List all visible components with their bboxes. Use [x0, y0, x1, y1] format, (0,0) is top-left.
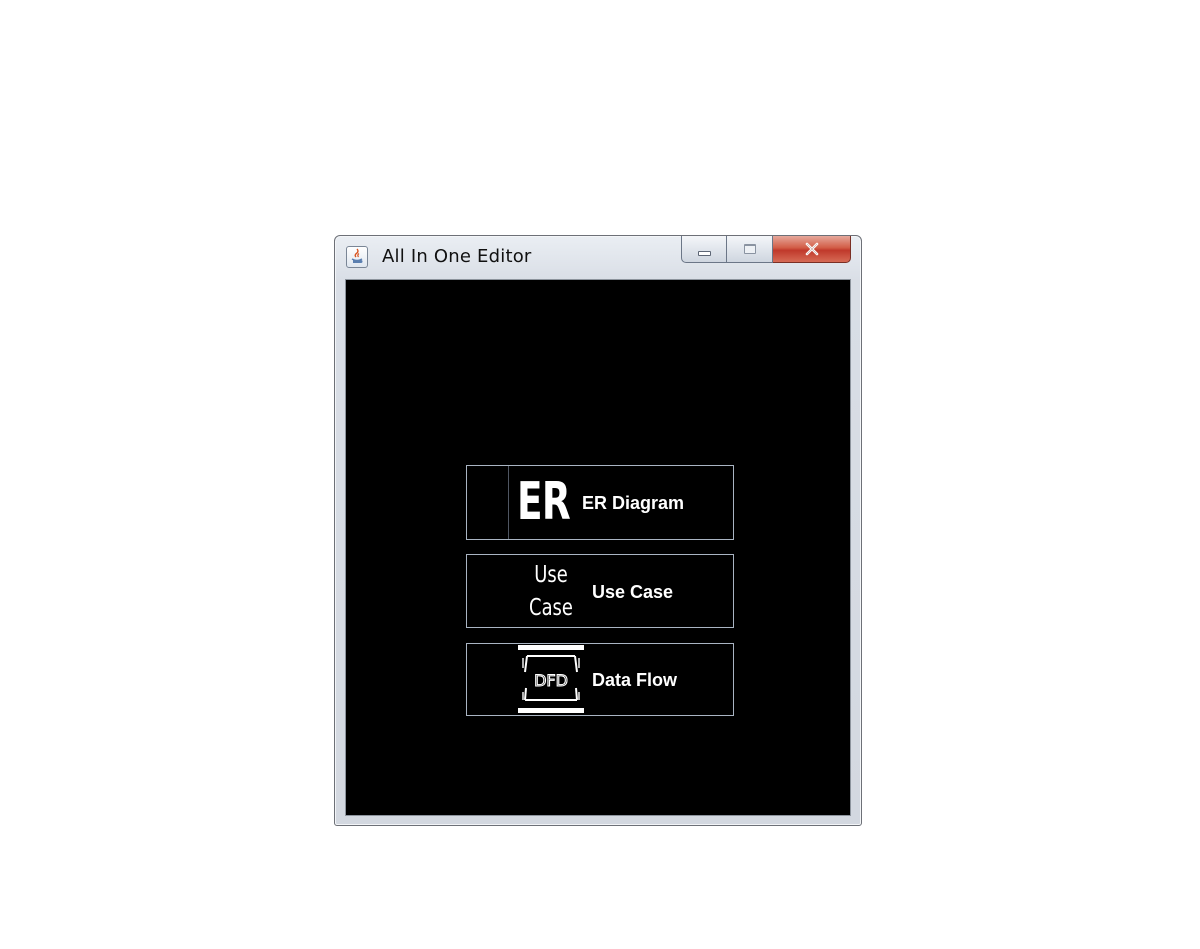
dfd-logo-icon: DFD	[518, 645, 584, 713]
minimize-icon	[697, 250, 711, 256]
window-title: All In One Editor	[382, 246, 532, 267]
data-flow-button[interactable]: DFD Data Flow	[466, 643, 734, 716]
use-case-label: Use Case	[592, 582, 674, 602]
use-case-logo-icon: Use Case	[518, 559, 584, 625]
close-icon	[805, 242, 818, 256]
java-coffee-icon	[346, 246, 368, 268]
button-divider	[508, 466, 509, 539]
use-case-logo-line-2: Case	[529, 595, 573, 621]
use-case-button[interactable]: Use Case Use Case	[466, 554, 734, 628]
use-case-logo-line-1: Use	[534, 562, 568, 588]
main-panel: ER ER Diagram Use Case Use Case DFD Data…	[345, 279, 851, 816]
app-window: All In One Editor ER ER Diagram Use Case…	[334, 235, 862, 826]
er-diagram-button[interactable]: ER ER Diagram	[466, 465, 734, 540]
title-bar[interactable]: All In One Editor	[335, 236, 861, 280]
window-controls	[681, 236, 851, 264]
er-diagram-label: ER Diagram	[582, 493, 685, 513]
minimize-button[interactable]	[681, 236, 727, 263]
er-logo-icon: ER	[517, 472, 571, 532]
maximize-button[interactable]	[727, 236, 773, 263]
close-button[interactable]	[773, 236, 851, 263]
maximize-icon	[743, 244, 756, 254]
dfd-logo-text: DFD	[534, 671, 568, 690]
data-flow-label: Data Flow	[592, 670, 678, 690]
